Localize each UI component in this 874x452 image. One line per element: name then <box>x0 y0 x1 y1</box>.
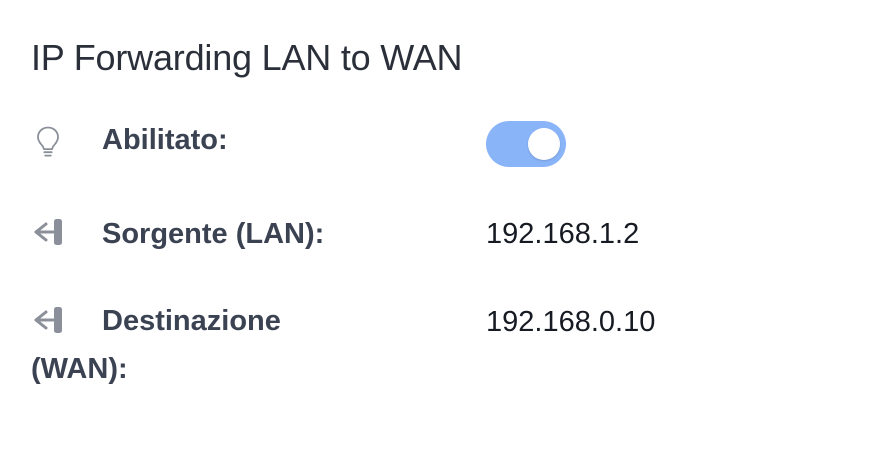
lightbulb-icon <box>30 124 66 160</box>
toggle-knob <box>528 128 560 160</box>
row-source: Sorgente (LAN): 192.168.1.2 <box>0 208 874 260</box>
enabled-toggle[interactable] <box>486 121 566 167</box>
enabled-label: Abilitato: <box>102 124 228 156</box>
source-label: Sorgente (LAN): <box>102 218 325 250</box>
row-destination: Destinazione (WAN): 192.168.0.10 <box>0 296 874 396</box>
section-title: IP Forwarding LAN to WAN <box>31 37 463 78</box>
sign-in-icon <box>30 214 66 250</box>
source-value: 192.168.1.2 <box>486 218 640 250</box>
row-enabled: Abilitato: <box>0 118 874 170</box>
destination-value: 192.168.0.10 <box>486 306 656 338</box>
destination-label: Destinazione (WAN): <box>31 305 281 385</box>
